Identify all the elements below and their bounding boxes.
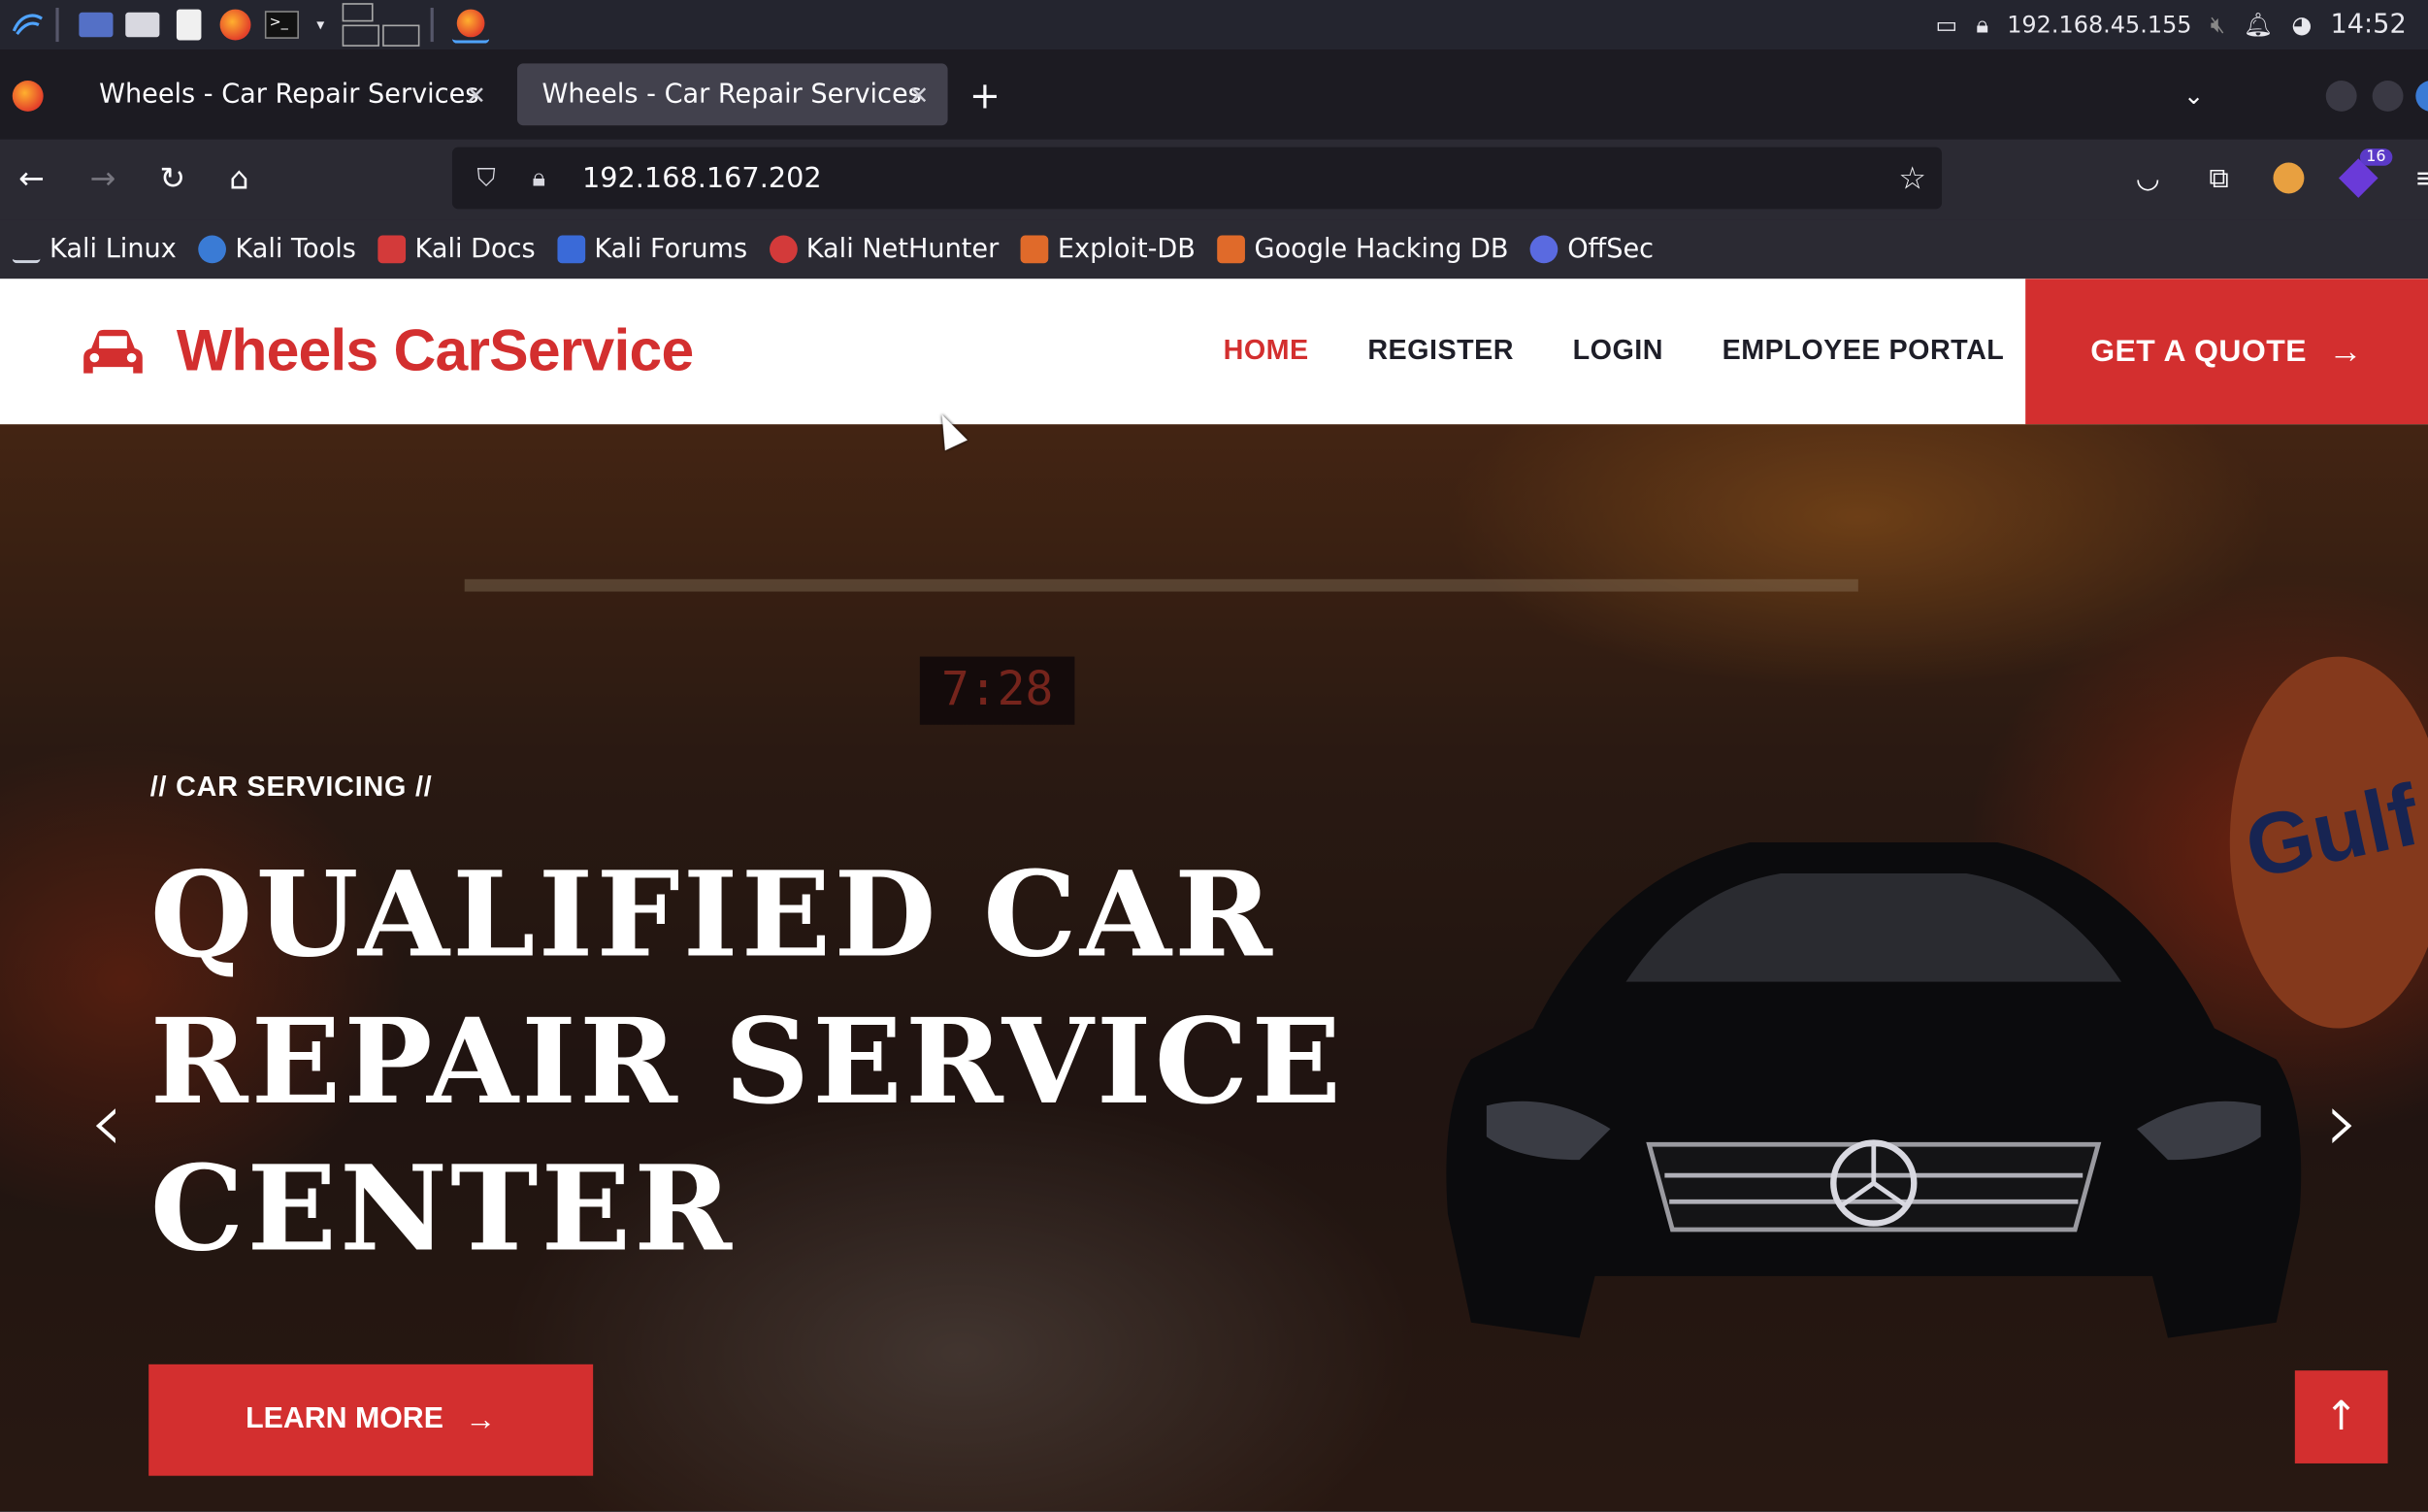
bookmark-kali-docs[interactable]: Kali Docs (377, 233, 536, 265)
brand-name: Wheels CarService (176, 318, 694, 384)
pocket-icon[interactable]: ◡ (2127, 158, 2167, 198)
back-to-top-button[interactable]: ↑ (2294, 1370, 2388, 1463)
arrow-up-icon: ↑ (2324, 1394, 2359, 1441)
forward-icon[interactable]: → (90, 161, 116, 195)
page-info-icon[interactable]: 🔒︎ (520, 163, 557, 194)
bookmark-star-icon[interactable]: ☆ (1898, 159, 1926, 196)
nav-login[interactable]: LOGIN (1573, 335, 1663, 368)
workspace-switcher-icon[interactable] (341, 3, 421, 47)
hero-headline: QUALIFIED CAR REPAIR SERVICE CENTER (149, 845, 1345, 1278)
firefox-icon[interactable] (216, 6, 253, 43)
close-window-button[interactable] (2415, 80, 2428, 112)
kali-tools-icon (198, 235, 226, 264)
screen-icon[interactable]: ▭ (1936, 11, 1958, 39)
offsec-icon (1529, 235, 1559, 264)
notification-bell-icon[interactable]: 🔔︎ (2244, 11, 2273, 39)
firefox-view-icon[interactable] (12, 80, 44, 112)
site-header: Wheels CarService HOME REGISTER LOGIN EM… (0, 279, 2428, 425)
extensions-icon[interactable]: ⧉ (2199, 158, 2239, 198)
bookmark-label: Exploit-DB (1057, 233, 1196, 265)
carousel-next-icon[interactable]: › (2326, 1080, 2359, 1165)
bookmark-kali-linux[interactable]: Kali Linux (12, 233, 177, 265)
kali-icon (12, 236, 41, 264)
close-icon[interactable]: ✕ (466, 80, 486, 109)
black-car-image (1446, 842, 2302, 1338)
bookmark-label: Kali Linux (49, 233, 177, 265)
browser-navbar: ← → ↻ ⌂ ⛉ 🔒︎ 192.168.167.202 ☆ ◡ ⧉ 16 ≡ (0, 139, 2428, 220)
bookmark-label: Kali Forums (594, 233, 748, 265)
carousel-prev-icon[interactable]: ‹ (90, 1080, 123, 1165)
nav-employee-portal[interactable]: EMPLOYEE PORTAL (1723, 335, 2005, 368)
bookmarks-toolbar: Kali Linux Kali Tools Kali Docs Kali For… (0, 219, 2428, 279)
taskbar-divider (430, 7, 434, 43)
bookmark-exploit-db[interactable]: Exploit-DB (1020, 233, 1196, 265)
cookie-extension-icon[interactable] (2269, 158, 2309, 198)
ghdb-icon (1217, 235, 1245, 264)
bookmark-kali-forums[interactable]: Kali Forums (557, 234, 747, 265)
nav-home[interactable]: HOME (1224, 335, 1309, 368)
tab-title: Wheels - Car Repair Services (99, 79, 479, 111)
taskbar-divider (55, 7, 59, 43)
desktop-icon[interactable] (78, 6, 115, 43)
browser-tab[interactable]: Wheels - Car Repair Services ✕ (75, 63, 506, 125)
power-icon[interactable]: ◕ (2291, 11, 2312, 39)
reload-icon[interactable]: ↻ (159, 161, 185, 195)
site-brand[interactable]: Wheels CarService (81, 318, 694, 386)
file-manager-icon[interactable] (124, 6, 161, 43)
list-all-tabs-icon[interactable]: ⌄ (2183, 81, 2204, 110)
new-tab-icon[interactable]: + (969, 78, 1001, 115)
exploit-db-icon (1020, 235, 1049, 264)
clock: 14:52 (2330, 9, 2407, 41)
nav-register[interactable]: REGISTER (1367, 335, 1514, 368)
bookmark-kali-tools[interactable]: Kali Tools (198, 234, 356, 265)
hero-eyebrow: // CAR SERVICING // (149, 771, 433, 803)
nethunter-icon (769, 235, 798, 264)
maximize-button[interactable] (2372, 80, 2404, 112)
learn-more-button[interactable]: LEARN MORE → (148, 1364, 594, 1476)
car-icon (83, 329, 143, 373)
url-text[interactable]: 192.168.167.202 (582, 162, 822, 195)
close-icon[interactable]: ✕ (908, 80, 929, 109)
kali-docs-icon (377, 235, 406, 264)
terminal-icon[interactable]: >_ (263, 6, 300, 43)
network-lock-icon[interactable]: 🔒︎ (1976, 11, 1988, 39)
url-bar[interactable]: ⛉ 🔒︎ 192.168.167.202 ☆ (451, 147, 1943, 210)
arrow-right-icon: → (2328, 331, 2363, 371)
bookmark-label: Kali Tools (235, 233, 356, 265)
bookmark-label: Google Hacking DB (1254, 233, 1509, 265)
button-label: GET A QUOTE (2090, 333, 2308, 368)
ip-address: 192.168.45.155 (2007, 11, 2192, 39)
extension-badge-icon[interactable]: 16 (2338, 148, 2392, 198)
back-icon[interactable]: ← (18, 161, 45, 195)
chevron-down-icon[interactable]: ▾ (310, 6, 331, 43)
bookmark-google-hacking-db[interactable]: Google Hacking DB (1217, 233, 1509, 265)
bookmark-label: Kali Docs (414, 233, 536, 265)
bookmark-kali-nethunter[interactable]: Kali NetHunter (769, 234, 999, 265)
firefox-window-icon[interactable] (451, 6, 490, 44)
browser-tab-strip: Wheels - Car Repair Services ✕ Wheels - … (0, 49, 2428, 140)
browser-tab-active[interactable]: Wheels - Car Repair Services ✕ (516, 63, 948, 126)
bookmark-label: Kali NetHunter (805, 233, 1000, 265)
get-a-quote-button[interactable]: GET A QUOTE → (2025, 279, 2428, 425)
minimize-button[interactable] (2325, 80, 2357, 112)
bookmark-offsec[interactable]: OffSec (1529, 233, 1655, 265)
web-page: Wheels CarService HOME REGISTER LOGIN EM… (0, 279, 2428, 1512)
button-label: LEARN MORE (246, 1402, 443, 1436)
home-icon[interactable]: ⌂ (229, 161, 248, 195)
hero-carousel: 7:28 Gulf // CAR SERVICING // QUALIFIED … (0, 424, 2428, 1512)
os-taskbar: >_ ▾ ▭ 🔒︎ 192.168.45.155 🔇︎ 🔔︎ ◕ 14:52 (0, 0, 2428, 50)
text-editor-icon[interactable] (171, 6, 208, 43)
kali-menu-icon[interactable] (10, 6, 47, 43)
bookmark-label: OffSec (1567, 233, 1655, 265)
hero-text: // CAR SERVICING // QUALIFIED CAR REPAIR… (150, 772, 1420, 1283)
kali-forums-icon (557, 235, 585, 264)
tab-title: Wheels - Car Repair Services (541, 79, 922, 111)
speaker-muted-icon[interactable]: 🔇︎ (2211, 11, 2225, 39)
menu-icon[interactable]: ≡ (2407, 158, 2428, 198)
shield-icon[interactable]: ⛉ (468, 163, 505, 194)
arrow-right-icon: → (465, 1401, 497, 1437)
site-nav: HOME REGISTER LOGIN EMPLOYEE PORTAL (1224, 335, 2063, 368)
extension-badge: 16 (2359, 148, 2392, 166)
